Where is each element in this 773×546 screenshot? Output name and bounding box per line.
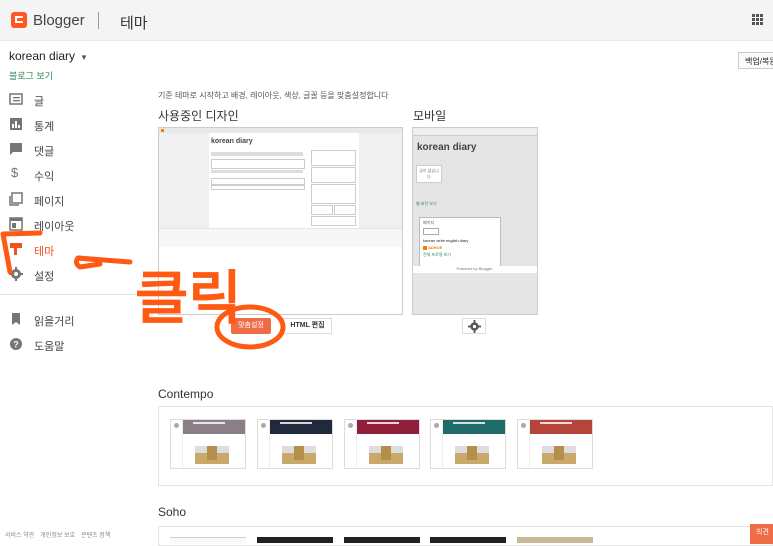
- footer-links: 서비스 약관 개인정보 보호 콘텐츠 정책: [5, 530, 116, 539]
- theme-family-heading: Contempo: [158, 387, 214, 401]
- sidebar-item-label: 수익: [34, 171, 55, 183]
- sidebar-item-layout[interactable]: 레이아웃: [0, 215, 140, 237]
- sidebar-item-label: 테마: [34, 246, 55, 258]
- preview-widget: [311, 216, 356, 226]
- preview-box: [211, 159, 305, 169]
- sidebar-item-settings[interactable]: 설정: [0, 265, 140, 287]
- intro-text: 기준 테마로 시작하고 배경, 레이아웃, 색상, 글꼴 등을 맞춤설정합니다: [158, 91, 389, 100]
- preview-widget: [311, 205, 333, 215]
- theme-gallery: [158, 526, 773, 546]
- content-policy-link[interactable]: 콘텐츠 정책: [81, 533, 110, 539]
- sidebar-item-label: 댓글: [34, 146, 55, 158]
- full-profile-link: 전체 프로필 보기: [423, 252, 451, 257]
- preview-line: [211, 152, 303, 156]
- comments-icon: [10, 143, 22, 155]
- no-posts-text: 글이 없습니다.: [416, 165, 442, 183]
- theme-thumbnail[interactable]: [517, 537, 593, 543]
- brand-name[interactable]: Blogger: [33, 12, 85, 29]
- top-bar: Blogger 테마: [0, 0, 773, 41]
- preview-line: [211, 170, 303, 173]
- help-icon: ?: [10, 338, 22, 350]
- feedback-button[interactable]: 의견: [750, 524, 773, 544]
- blogger-logo-icon: [423, 246, 427, 250]
- author-name: ADHOE: [428, 245, 443, 250]
- sidebar-item-reading-list[interactable]: 읽을거리: [0, 310, 140, 332]
- sidebar-item-help[interactable]: ? 도움말: [0, 335, 140, 357]
- stats-icon: [10, 118, 22, 130]
- layout-icon: [9, 217, 23, 231]
- panel-dropdown: [423, 228, 439, 235]
- preview-widget: [334, 205, 356, 215]
- theme-icon: [10, 243, 22, 255]
- sidebar-item-label: 통계: [34, 121, 55, 133]
- view-blog-link[interactable]: 블로그 보기: [9, 69, 53, 82]
- preview-widget: [311, 184, 356, 204]
- sidebar-item-label: 설정: [34, 271, 55, 283]
- mobile-heading: 모바일: [413, 109, 447, 123]
- sidebar-item-earnings[interactable]: $ 수익: [0, 165, 140, 187]
- apps-grid-icon[interactable]: [752, 14, 764, 26]
- preview-navbar: [413, 128, 537, 136]
- sidebar-item-comments[interactable]: 댓글: [0, 140, 140, 162]
- settings-icon: [9, 267, 23, 281]
- preview-widget: [311, 150, 356, 166]
- sidebar-item-label: 읽을거리: [34, 316, 75, 328]
- theme-thumbnail[interactable]: [257, 419, 333, 469]
- pages-icon: [9, 192, 23, 206]
- sidebar-item-label: 글: [34, 96, 45, 108]
- preview-widget: [311, 167, 356, 183]
- panel-title: 페이지: [423, 220, 435, 225]
- desktop-preview[interactable]: korean diary: [158, 127, 403, 315]
- svg-text:?: ?: [13, 340, 19, 350]
- blogger-logo-icon[interactable]: [11, 12, 27, 28]
- page-title: 테마: [120, 15, 148, 32]
- backup-restore-button[interactable]: 백업/복원: [738, 52, 773, 69]
- earnings-icon: $: [11, 165, 19, 180]
- theme-thumbnail[interactable]: [344, 419, 420, 469]
- sidebar-item-stats[interactable]: 통계: [0, 115, 140, 137]
- customize-button[interactable]: 맞춤설정: [231, 318, 271, 334]
- posts-icon: [9, 93, 23, 105]
- sidebar-item-pages[interactable]: 페이지: [0, 190, 140, 212]
- view-web-link: 웹 버전 보기: [416, 201, 437, 206]
- theme-thumbnail[interactable]: [430, 537, 506, 543]
- theme-thumbnail[interactable]: [517, 419, 593, 469]
- theme-thumbnail[interactable]: [257, 537, 333, 543]
- mobile-preview[interactable]: korean diary 글이 없습니다. 웹 버전 보기 페이지 korean…: [412, 127, 538, 315]
- sidebar-item-label: 도움말: [34, 341, 65, 353]
- edit-html-button[interactable]: HTML 편집: [283, 318, 332, 334]
- blog-selector[interactable]: korean diary ▼: [9, 49, 88, 63]
- powered-by-text: Powered by Blogger.: [413, 266, 537, 273]
- blogger-logo-icon: [161, 129, 164, 132]
- sidebar-item-posts[interactable]: 글: [0, 90, 140, 112]
- current-design-heading: 사용중인 디자인: [158, 109, 239, 123]
- header-divider: [98, 12, 99, 29]
- theme-thumbnail[interactable]: [430, 419, 506, 469]
- sidebar-item-theme[interactable]: 테마: [0, 240, 140, 262]
- mobile-settings-button[interactable]: [462, 318, 486, 334]
- sidebar-item-label: 페이지: [34, 196, 65, 208]
- terms-link[interactable]: 서비스 약관: [5, 533, 34, 539]
- mobile-blog-title: korean diary: [417, 142, 477, 153]
- theme-thumbnail[interactable]: [344, 537, 420, 543]
- panel-description: korean write english diary: [423, 238, 469, 243]
- bookmark-icon: [12, 313, 20, 325]
- sidebar-item-label: 레이아웃: [34, 221, 75, 233]
- preview-blog-title: korean diary: [211, 138, 253, 145]
- privacy-link[interactable]: 개인정보 보호: [40, 533, 75, 539]
- mobile-pages-panel: 페이지 korean write english diary ADHOE 전체 …: [419, 217, 501, 267]
- sidebar-divider: [0, 294, 145, 295]
- preview-box: [211, 178, 305, 185]
- theme-family-heading: Soho: [158, 505, 187, 519]
- caret-down-icon: ▼: [80, 53, 88, 62]
- gear-icon: [468, 320, 481, 333]
- theme-thumbnail[interactable]: [170, 419, 246, 469]
- preview-box: [211, 185, 305, 190]
- preview-footer: [159, 228, 402, 247]
